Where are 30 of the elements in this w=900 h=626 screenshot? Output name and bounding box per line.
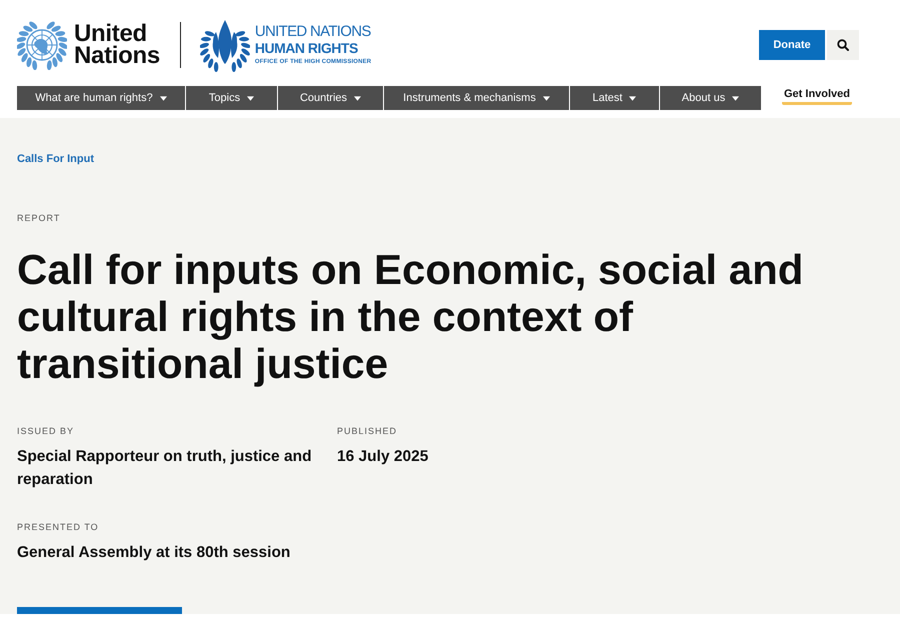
nav-menu-item[interactable]: Countries bbox=[278, 86, 383, 110]
meta-value: General Assembly at its 80th session bbox=[17, 543, 292, 563]
nav-menu-item[interactable]: Topics bbox=[186, 86, 277, 110]
meta-label: PRESENTED TO bbox=[17, 521, 99, 533]
nav-menu-item[interactable]: What are human rights? bbox=[17, 86, 185, 110]
globe-laurel-icon bbox=[17, 20, 67, 70]
logo-text: HUMAN RIGHTS bbox=[254, 40, 358, 56]
search-button[interactable] bbox=[827, 30, 859, 60]
caret-icon bbox=[629, 96, 636, 100]
logo-text: UNITED NATIONS bbox=[254, 24, 371, 40]
nav-menu-item[interactable]: Latest bbox=[570, 86, 659, 110]
caret-icon bbox=[354, 96, 362, 100]
get-involved-link[interactable]: Get Involved bbox=[782, 88, 852, 104]
nav-menu-item[interactable]: Instruments & mechanisms bbox=[384, 86, 569, 110]
meta-value: 16 July 2025 bbox=[337, 447, 430, 467]
page-title: Call for inputs on Economic, social and cultural rights in the context of transitional justice bbox=[17, 246, 804, 387]
meta-value: Special Rapporteur on truth, justice and reparation bbox=[17, 447, 313, 490]
search-icon bbox=[837, 39, 849, 51]
flame-laurel-icon bbox=[200, 18, 250, 72]
caret-icon bbox=[247, 96, 254, 100]
content-type-label: REPORT bbox=[17, 212, 60, 224]
caret-icon bbox=[732, 96, 740, 100]
meta-label: ISSUED BY bbox=[17, 425, 74, 437]
donate-button[interactable]: Donate bbox=[759, 30, 825, 60]
nav-menu-item[interactable]: About us bbox=[660, 86, 761, 110]
caret-icon bbox=[160, 96, 167, 100]
logo-wordmark: United Nations bbox=[74, 23, 160, 67]
caret-icon bbox=[542, 96, 550, 100]
meta-label: PUBLISHED bbox=[337, 425, 398, 437]
breadcrumb-link[interactable]: Calls For Input bbox=[17, 152, 94, 166]
